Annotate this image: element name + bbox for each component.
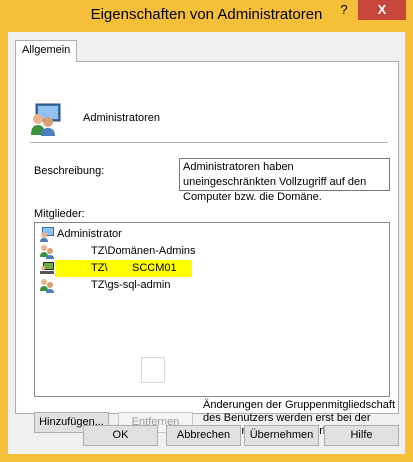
help-button[interactable]: Hilfe <box>324 425 399 446</box>
scrollbar-thumb[interactable] <box>141 357 165 383</box>
close-icon[interactable]: X <box>358 0 406 20</box>
properties-dialog: Eigenschaften von Administratoren ? X Al… <box>0 0 413 462</box>
divider <box>30 142 388 143</box>
list-item[interactable]: TZ\ SCCM01 <box>37 260 387 277</box>
tab-panel-general: Administratoren Beschreibung: Administra… <box>15 61 399 437</box>
ok-button[interactable]: OK <box>83 425 158 446</box>
dialog-body: Allgemein Administratoren Beschreibung: … <box>8 32 405 454</box>
apply-button[interactable]: Übernehmen <box>244 425 319 446</box>
members-list[interactable]: Administrator TZ\Domänen-Admins TZ\ SCCM… <box>34 222 390 397</box>
group-name: Administratoren <box>83 112 161 124</box>
member-name: TZ\gs-sql-admin <box>91 279 171 291</box>
description-label: Beschreibung: <box>34 165 105 177</box>
member-name: Administrator <box>57 228 122 240</box>
tab-allgemein[interactable]: Allgemein <box>15 40 77 62</box>
help-icon[interactable]: ? <box>331 0 357 20</box>
list-item[interactable]: Administrator <box>37 226 387 243</box>
title-bar[interactable]: Eigenschaften von Administratoren ? X <box>0 0 413 32</box>
user-icon <box>40 227 54 242</box>
group-icon <box>40 245 54 259</box>
list-item[interactable]: TZ\Domänen-Admins <box>37 243 387 260</box>
group-icon <box>31 103 61 136</box>
list-item[interactable]: TZ\gs-sql-admin <box>37 277 387 294</box>
computer-icon <box>40 262 54 274</box>
member-name: TZ\Domänen-Admins <box>91 245 196 257</box>
description-field[interactable]: Administratoren haben uneingeschränkten … <box>179 158 390 203</box>
cancel-button[interactable]: Abbrechen <box>166 425 241 446</box>
members-label: Mitglieder: <box>34 208 85 220</box>
member-name-prefix: TZ\ <box>91 262 108 274</box>
member-name-suffix: SCCM01 <box>132 262 177 274</box>
group-icon <box>40 279 54 293</box>
